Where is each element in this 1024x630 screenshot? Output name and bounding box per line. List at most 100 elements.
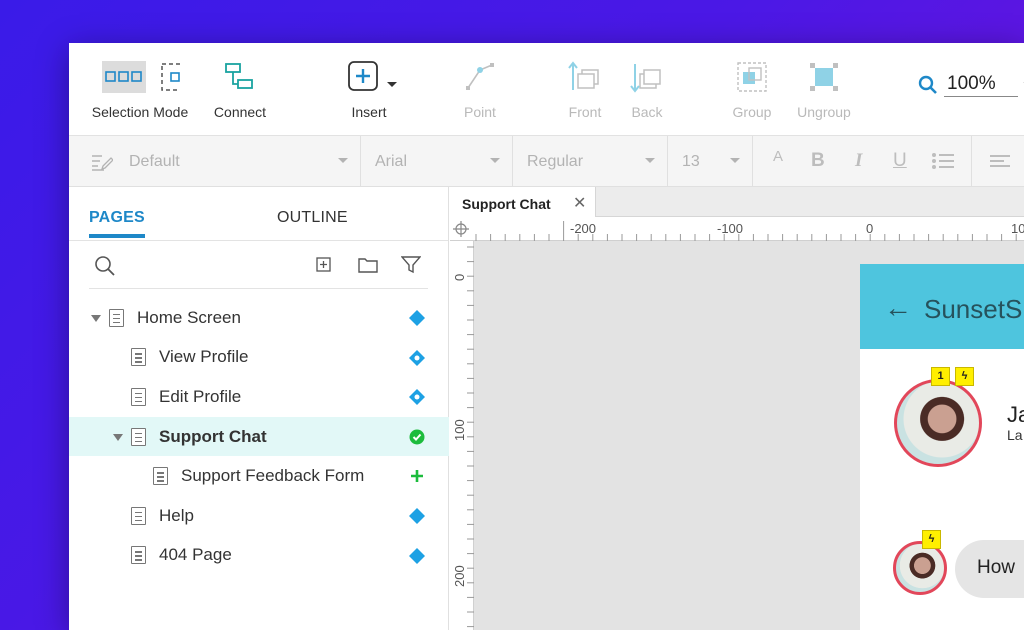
ruler-label: -100	[717, 221, 744, 236]
align-left-icon[interactable]	[989, 154, 1011, 168]
page-icon	[131, 506, 146, 525]
group-button[interactable]: Group	[729, 59, 775, 120]
page-item-edit-profile[interactable]: Edit Profile	[69, 377, 449, 417]
add-page-icon[interactable]	[316, 257, 332, 273]
font-value: Arial	[375, 152, 408, 170]
page-item-support-feedback-form[interactable]: Support Feedback Form	[69, 456, 449, 496]
document-tab-bar: Support Chat ✕	[450, 187, 1024, 217]
connect-button[interactable]: Connect	[211, 59, 269, 120]
page-item-support-chat[interactable]: Support Chat	[69, 416, 449, 457]
page-item-help[interactable]: Help	[69, 496, 449, 536]
font-select[interactable]: Arial	[361, 136, 513, 187]
weight-select[interactable]: Regular	[513, 136, 668, 187]
selection-mode-button[interactable]: Selection Mode	[90, 59, 190, 120]
chat-bubble: How	[955, 540, 1024, 598]
close-icon[interactable]: ✕	[573, 193, 586, 213]
zoom-value[interactable]: 100%	[944, 73, 1018, 97]
page-label: 404 Page	[159, 545, 232, 565]
selection-mode-icon	[102, 61, 180, 93]
back-arrow-icon[interactable]: ←	[884, 292, 912, 324]
page-tree: Home Screen View Profile Edit Profile Su…	[69, 298, 449, 575]
tab-outline[interactable]: OUTLINE	[277, 209, 348, 227]
ruler-label: 200	[452, 565, 467, 587]
page-label: View Profile	[159, 347, 249, 367]
plus-icon	[411, 470, 423, 483]
text-color-icon[interactable]: A	[773, 148, 783, 165]
expand-arrow-icon[interactable]	[113, 433, 123, 441]
diamond-icon	[409, 310, 425, 326]
folder-icon[interactable]	[358, 256, 378, 273]
main-toolbar: Selection Mode Connect Insert Point Fron…	[69, 43, 1024, 136]
ruler-label: 0	[866, 221, 874, 236]
size-value: 13	[682, 152, 700, 170]
search-icon	[918, 75, 937, 94]
diamond-icon	[409, 547, 425, 564]
app-title: SunsetS	[924, 294, 1023, 324]
expand-arrow-icon[interactable]	[91, 315, 101, 322]
page-icon	[131, 348, 146, 367]
page-icon	[131, 427, 146, 446]
lightning-icon[interactable]: ϟ	[955, 367, 974, 386]
note-badge[interactable]: 1	[931, 367, 950, 386]
contact-name: Ja	[1007, 402, 1024, 427]
chat-text: How	[977, 557, 1016, 578]
underline-icon[interactable]: U	[893, 150, 907, 172]
back-button[interactable]: Back	[625, 59, 669, 120]
pages-toolbar	[89, 241, 428, 289]
page-item-view-profile[interactable]: View Profile	[69, 338, 449, 378]
send-back-icon	[630, 64, 661, 93]
design-canvas[interactable]: ← SunsetS 1 ϟ Ja La ϟ How	[474, 241, 1024, 630]
page-icon	[153, 467, 168, 486]
page-item-404-page[interactable]: 404 Page	[69, 536, 449, 576]
bold-icon[interactable]: B	[811, 150, 825, 172]
insert-label: Insert	[351, 104, 387, 120]
point-button[interactable]: Point	[457, 59, 503, 120]
format-toolbar: Default Arial Regular 13 A B I U	[69, 136, 1024, 187]
italic-icon[interactable]: I	[855, 150, 862, 172]
page-label: Support Chat	[159, 426, 267, 446]
edit-style-icon	[92, 154, 113, 171]
point-icon	[466, 63, 494, 90]
ungroup-icon	[810, 63, 838, 91]
contact-subtitle: La	[1007, 427, 1023, 443]
caret-down-icon	[730, 158, 740, 163]
check-circle-icon	[409, 429, 425, 445]
ungroup-button[interactable]: Ungroup	[793, 59, 855, 120]
group-icon	[737, 62, 767, 92]
search-icon[interactable]	[94, 255, 116, 277]
chat-avatar[interactable]	[893, 541, 947, 595]
caret-down-icon	[490, 158, 500, 163]
ungroup-label: Ungroup	[797, 104, 851, 120]
divider	[971, 136, 972, 187]
app-window: Selection Mode Connect Insert Point Fron…	[69, 43, 1024, 630]
ruler-label: 0	[452, 273, 467, 281]
app-screen-preview[interactable]: ← SunsetS 1 ϟ Ja La ϟ How	[860, 264, 1024, 630]
page-icon	[109, 308, 124, 327]
bullet-list-icon[interactable]	[931, 152, 955, 170]
style-value: Default	[129, 152, 180, 170]
filter-icon[interactable]	[401, 255, 421, 274]
connect-icon	[225, 63, 253, 89]
tab-support-chat[interactable]: Support Chat ✕	[450, 187, 596, 217]
insert-button[interactable]: Insert	[339, 59, 399, 120]
zoom-control[interactable]: 100%	[918, 73, 1024, 97]
pages-panel: PAGES OUTLINE Home Screen View Profile E…	[69, 187, 449, 630]
insert-icon	[348, 61, 397, 91]
back-label: Back	[631, 104, 663, 120]
avatar[interactable]	[894, 379, 982, 467]
lightning-icon[interactable]: ϟ	[922, 530, 941, 549]
front-label: Front	[568, 104, 602, 120]
style-select[interactable]: Default	[69, 136, 361, 187]
connect-label: Connect	[213, 104, 267, 120]
ruler-label: 100	[452, 419, 467, 441]
ruler-label: 10	[1011, 221, 1024, 236]
page-label: Help	[159, 505, 194, 525]
size-select[interactable]: 13	[668, 136, 753, 187]
page-label: Home Screen	[137, 307, 241, 327]
tab-pages[interactable]: PAGES	[89, 209, 145, 238]
front-button[interactable]: Front	[562, 59, 608, 120]
page-item-home-screen[interactable]: Home Screen	[69, 298, 449, 338]
panel-tabs: PAGES OUTLINE	[69, 187, 448, 241]
group-label: Group	[732, 104, 772, 120]
selection-mode-label: Selection Mode	[91, 104, 189, 120]
